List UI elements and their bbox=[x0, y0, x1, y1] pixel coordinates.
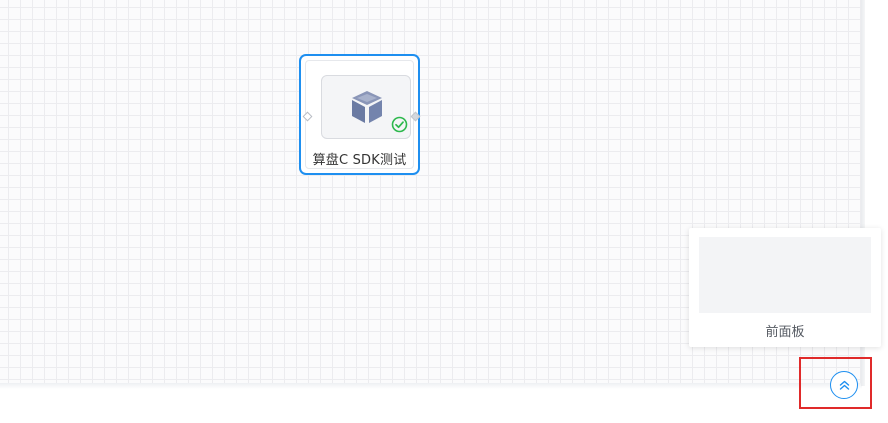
node-body: 算盘C SDK测试 bbox=[305, 60, 414, 169]
node-icon-container bbox=[321, 75, 411, 139]
collapse-toggle-button[interactable] bbox=[830, 371, 858, 399]
workflow-editor: 算盘C SDK测试 前面板 bbox=[0, 0, 888, 423]
cube-icon bbox=[352, 91, 382, 123]
check-circle-icon bbox=[391, 116, 408, 133]
node-title: 算盘C SDK测试 bbox=[312, 153, 407, 168]
double-chevron-up-icon bbox=[839, 380, 850, 390]
front-panel-card[interactable]: 前面板 bbox=[689, 228, 881, 347]
front-panel-title: 前面板 bbox=[765, 325, 805, 340]
front-panel-preview bbox=[699, 237, 871, 313]
canvas-bottom-shadow bbox=[0, 383, 862, 389]
right-margin bbox=[865, 0, 888, 423]
workflow-node[interactable]: 算盘C SDK测试 bbox=[299, 54, 420, 175]
